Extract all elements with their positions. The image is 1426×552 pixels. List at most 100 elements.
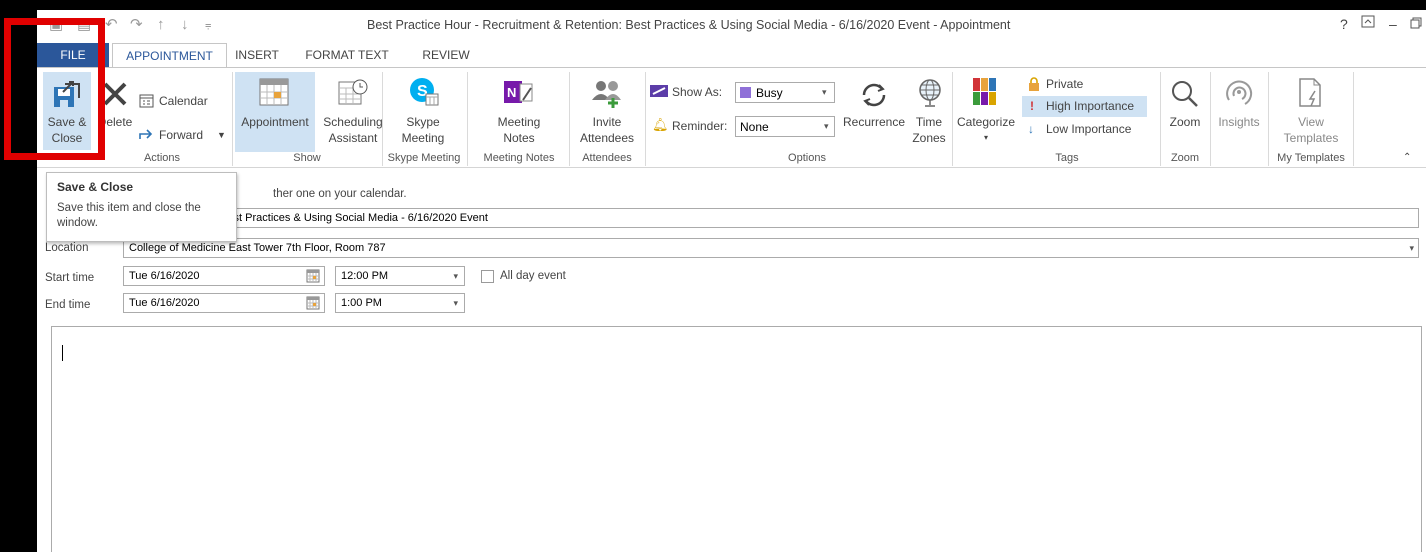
- tooltip-body-1: Save this item and close the: [57, 202, 201, 214]
- skype-label-1: Skype: [406, 115, 440, 129]
- start-date-value: Tue 6/16/2020: [129, 270, 200, 282]
- invite-label-2: Attendees: [579, 131, 635, 145]
- svg-text:N: N: [507, 85, 516, 100]
- appointment-icon: [259, 78, 289, 106]
- collapse-ribbon-icon[interactable]: ⌃: [1403, 150, 1411, 166]
- high-importance-icon: !: [1030, 99, 1034, 113]
- show-as-select[interactable]: Busy ▾: [735, 82, 835, 103]
- separator: [952, 72, 953, 166]
- recurrence-button[interactable]: Recurrence: [839, 72, 909, 152]
- globe-icon: [919, 79, 941, 107]
- high-importance-button[interactable]: ! High Importance: [1022, 96, 1147, 117]
- start-time-select[interactable]: 12:00 PM ▾: [335, 266, 465, 286]
- end-time-label: End time: [45, 299, 91, 311]
- group-actions-label: Actions: [143, 152, 181, 164]
- invite-attendees-button[interactable]: Invite Attendees: [572, 72, 642, 152]
- body-editor[interactable]: [51, 326, 1422, 552]
- minimize-button[interactable]: –: [1389, 15, 1397, 33]
- insights-label: Insights: [1218, 115, 1260, 129]
- calendar-button[interactable]: Calendar: [139, 91, 219, 111]
- zoom-icon: [1172, 81, 1198, 107]
- group-skype-label: Skype Meeting: [387, 152, 461, 164]
- ribbon: Save & Close Delete Calendar Forward ▼ A…: [37, 67, 1426, 168]
- categorize-button[interactable]: Categorize ▾: [955, 72, 1017, 152]
- insights-icon: [1226, 80, 1253, 105]
- tooltip-title: Save & Close: [57, 180, 134, 194]
- ribbon-display-options-icon[interactable]: [1361, 15, 1375, 33]
- calendar-icon: [139, 94, 154, 108]
- start-time-value: 12:00 PM: [341, 270, 389, 282]
- chevron-down-icon: ▾: [453, 298, 458, 308]
- previous-item-icon[interactable]: ↑: [157, 16, 165, 34]
- end-date-field[interactable]: Tue 6/16/2020: [123, 293, 325, 313]
- info-bar-text: ther one on your calendar.: [273, 188, 407, 200]
- lock-icon: [1029, 77, 1039, 91]
- private-button[interactable]: Private: [1022, 74, 1142, 94]
- appointment-label: Appointment: [241, 115, 309, 129]
- tab-review[interactable]: REVIEW: [411, 43, 481, 68]
- all-day-label: All day event: [500, 270, 566, 282]
- reminder-select[interactable]: None ▾: [735, 116, 835, 137]
- separator: [232, 72, 233, 166]
- high-importance-label: High Importance: [1046, 99, 1135, 113]
- calendar-label: Calendar: [159, 94, 208, 108]
- reminder-value: None: [740, 120, 769, 134]
- highlight-box: [4, 18, 105, 160]
- onenote-icon: N: [504, 81, 533, 103]
- categorize-label: Categorize: [956, 115, 1016, 129]
- time-zones-button[interactable]: Time Zones: [909, 72, 949, 152]
- tab-insert[interactable]: INSERT: [229, 43, 285, 68]
- separator: [645, 72, 646, 166]
- window-title: Best Practice Hour - Recruitment & Reten…: [367, 18, 1011, 32]
- reminder-label-group: 🔔︎ Reminder:: [650, 116, 738, 136]
- view-templates-button[interactable]: View Templates: [1271, 72, 1351, 152]
- separator: [1353, 72, 1354, 166]
- undo-icon[interactable]: ↶: [105, 16, 118, 34]
- show-as-label: Show As:: [672, 85, 723, 99]
- location-field[interactable]: College of Medicine East Tower 7th Floor…: [123, 238, 1419, 258]
- meeting-notes-button[interactable]: N Meeting Notes: [471, 72, 567, 152]
- categorize-icon: [973, 78, 996, 105]
- zoom-button[interactable]: Zoom: [1163, 72, 1207, 152]
- customize-qat-icon[interactable]: ⩦: [205, 16, 211, 34]
- view-templates-label-1: View: [1298, 115, 1324, 129]
- forward-button[interactable]: Forward ▼: [139, 125, 229, 145]
- time-zones-label-2: Zones: [912, 131, 946, 145]
- group-tags-label: Tags: [1055, 152, 1079, 164]
- redo-icon[interactable]: ↷: [130, 16, 143, 34]
- subject-field[interactable]: ment & Retention: Best Practices & Using…: [123, 208, 1419, 228]
- recurrence-icon: [862, 83, 886, 107]
- show-as-icon: [650, 85, 668, 97]
- appointment-view-button[interactable]: Appointment: [235, 72, 315, 152]
- all-day-checkbox[interactable]: [481, 270, 494, 283]
- show-as-label-group: Show As:: [650, 82, 732, 102]
- tab-format-text[interactable]: FORMAT TEXT: [302, 43, 392, 68]
- skype-icon: S: [410, 78, 439, 106]
- start-date-field[interactable]: Tue 6/16/2020: [123, 266, 325, 286]
- next-item-icon[interactable]: ↓: [181, 16, 189, 34]
- group-options-label: Options: [788, 152, 826, 164]
- private-label: Private: [1046, 77, 1084, 91]
- group-attendees-label: Attendees: [582, 152, 632, 164]
- zoom-label: Zoom: [1169, 115, 1201, 129]
- tooltip-body-2: window.: [57, 217, 98, 229]
- restore-icon[interactable]: [1410, 15, 1422, 33]
- calendar-picker-icon[interactable]: [306, 296, 320, 310]
- forward-dropdown-icon: ▼: [217, 130, 226, 140]
- insights-button[interactable]: Insights: [1213, 72, 1265, 152]
- chevron-down-icon: ▾: [453, 271, 458, 281]
- group-templates-label: My Templates: [1277, 152, 1345, 164]
- group-zoom-label: Zoom: [1170, 152, 1200, 164]
- help-button[interactable]: ?: [1340, 15, 1348, 33]
- end-time-select[interactable]: 1:00 PM ▾: [335, 293, 465, 313]
- view-templates-icon: [1299, 78, 1321, 107]
- end-date-value: Tue 6/16/2020: [129, 297, 200, 309]
- tab-appointment[interactable]: APPOINTMENT: [112, 43, 227, 68]
- scheduling-assistant-button[interactable]: Scheduling Assistant: [317, 72, 389, 152]
- low-importance-button[interactable]: ↓ Low Importance: [1022, 119, 1147, 139]
- separator: [1268, 72, 1269, 166]
- skype-meeting-button[interactable]: S Skype Meeting: [387, 72, 459, 152]
- chevron-down-icon: ▾: [822, 87, 827, 97]
- calendar-picker-icon[interactable]: [306, 269, 320, 283]
- reminder-label: Reminder:: [672, 119, 728, 133]
